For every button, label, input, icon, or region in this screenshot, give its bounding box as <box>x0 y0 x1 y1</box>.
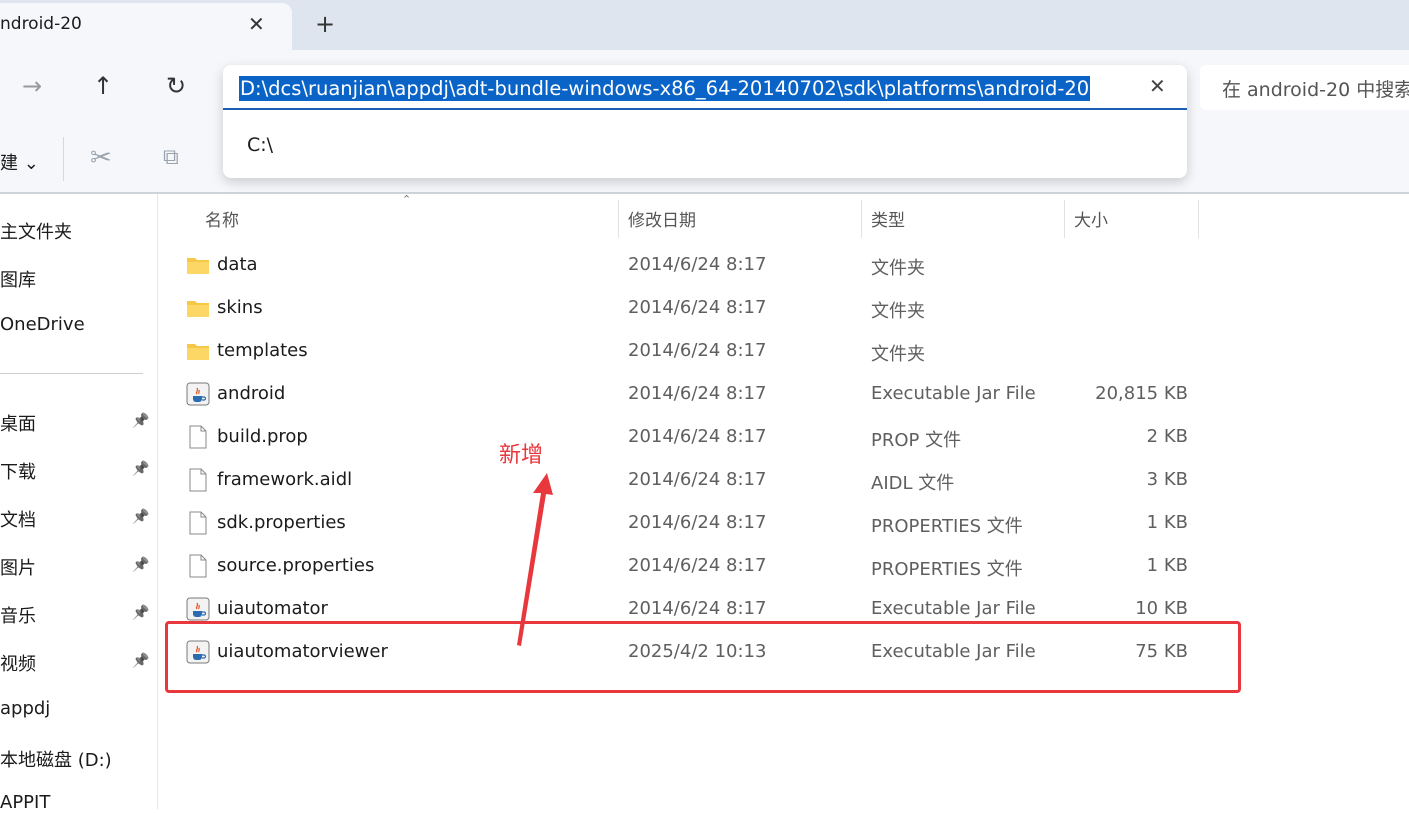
file-name[interactable]: build.prop <box>217 426 308 447</box>
file-size: 1 KB <box>1146 512 1188 533</box>
file-modified-date: 2014/6/24 8:17 <box>628 469 767 490</box>
tab-title: ndroid-20 <box>0 14 82 34</box>
file-name[interactable]: android <box>217 383 285 404</box>
file-modified-date: 2014/6/24 8:17 <box>628 426 767 447</box>
pin-icon[interactable]: 📌 <box>132 653 149 669</box>
sidebar-item[interactable]: 桌面 <box>0 410 36 436</box>
pin-icon[interactable]: 📌 <box>132 557 149 573</box>
sidebar-item[interactable]: 下载 <box>0 458 36 484</box>
close-icon[interactable]: ✕ <box>1149 74 1166 98</box>
file-modified-date: 2014/6/24 8:17 <box>628 555 767 576</box>
sidebar-item[interactable]: OneDrive <box>0 314 85 335</box>
column-header-size[interactable]: 大小 <box>1074 206 1108 231</box>
sidebar-item[interactable]: 音乐 <box>0 602 36 628</box>
folder-icon <box>186 296 210 320</box>
pin-icon[interactable]: 📌 <box>132 461 149 477</box>
file-type: PROP 文件 <box>871 430 962 451</box>
file-name[interactable]: source.properties <box>217 555 374 576</box>
pin-icon[interactable]: 📌 <box>132 413 149 429</box>
file-modified-date: 2014/6/24 8:17 <box>628 340 767 361</box>
file-icon <box>186 425 210 449</box>
column-header-name[interactable]: 名称 <box>205 206 239 231</box>
file-type: Executable Jar File <box>871 383 1036 404</box>
file-name[interactable]: templates <box>217 340 308 361</box>
folder-icon <box>186 253 210 277</box>
file-modified-date: 2014/6/24 8:17 <box>628 297 767 318</box>
file-type: 文件夹 <box>871 258 925 279</box>
address-underline <box>223 108 1187 110</box>
sidebar-item[interactable]: 图库 <box>0 266 36 292</box>
sidebar-item[interactable]: APPIT <box>0 792 50 813</box>
annotation-arrow <box>517 473 553 646</box>
file-name[interactable]: data <box>217 254 258 275</box>
column-separator[interactable] <box>1064 200 1065 238</box>
address-suggestion-item[interactable]: C:\ <box>247 134 273 156</box>
chevron-up-icon: ⌃ <box>402 193 412 206</box>
sidebar-item[interactable]: 主文件夹 <box>0 218 72 244</box>
sidebar-item[interactable]: 本地磁盘 (D:) <box>0 746 112 772</box>
new-button[interactable]: 建 ⌄ <box>0 149 39 175</box>
file-size: 20,815 KB <box>1095 383 1188 404</box>
java-jar-icon <box>186 382 210 406</box>
file-name[interactable]: sdk.properties <box>217 512 346 533</box>
file-modified-date: 2014/6/24 8:17 <box>628 598 767 619</box>
file-name[interactable]: framework.aidl <box>217 469 352 490</box>
copy-icon[interactable]: ⧉ <box>163 145 179 170</box>
sidebar-item[interactable]: 视频 <box>0 650 36 676</box>
address-path-input[interactable]: D:\dcs\ruanjian\appdj\adt-bundle-windows… <box>239 76 1091 101</box>
file-icon <box>186 554 210 578</box>
file-modified-date: 2014/6/24 8:17 <box>628 254 767 275</box>
pin-icon[interactable]: 📌 <box>132 605 149 621</box>
file-modified-date: 2014/6/24 8:17 <box>628 383 767 404</box>
sidebar-item[interactable]: 文档 <box>0 506 36 532</box>
file-type: 文件夹 <box>871 301 925 322</box>
column-separator[interactable] <box>618 200 619 238</box>
file-name[interactable]: uiautomator <box>217 598 328 619</box>
file-type: PROPERTIES 文件 <box>871 516 1023 537</box>
column-separator[interactable] <box>1198 200 1199 238</box>
file-type: PROPERTIES 文件 <box>871 559 1023 580</box>
highlight-box <box>165 621 1241 693</box>
toolbar-separator <box>63 137 64 181</box>
file-type: 文件夹 <box>871 344 925 365</box>
pin-icon[interactable]: 📌 <box>132 509 149 525</box>
file-name[interactable]: skins <box>217 297 263 318</box>
plus-icon[interactable]: + <box>315 10 335 38</box>
column-header-type[interactable]: 类型 <box>871 206 905 231</box>
file-type: AIDL 文件 <box>871 473 955 494</box>
sidebar-item[interactable]: appdj <box>0 698 50 719</box>
search-input[interactable]: 在 android-20 中搜索 <box>1222 75 1409 102</box>
file-size: 1 KB <box>1146 555 1188 576</box>
sidebar-divider <box>0 373 143 374</box>
refresh-icon[interactable]: ↻ <box>166 72 186 100</box>
close-icon[interactable]: ✕ <box>248 12 265 36</box>
file-modified-date: 2014/6/24 8:17 <box>628 512 767 533</box>
scissors-icon[interactable]: ✂ <box>90 143 112 173</box>
file-size: 2 KB <box>1146 426 1188 447</box>
arrow-up-icon[interactable]: ↑ <box>93 72 113 100</box>
file-size: 3 KB <box>1146 469 1188 490</box>
column-separator[interactable] <box>861 200 862 238</box>
file-icon <box>186 511 210 535</box>
column-header-modified[interactable]: 修改日期 <box>628 206 696 231</box>
sidebar-item[interactable]: 图片 <box>0 554 36 580</box>
toolbar-divider <box>0 192 1409 194</box>
file-size: 10 KB <box>1135 598 1188 619</box>
arrow-right-icon[interactable]: → <box>22 72 42 100</box>
folder-icon <box>186 339 210 363</box>
file-icon <box>186 468 210 492</box>
java-jar-icon <box>186 597 210 621</box>
file-type: Executable Jar File <box>871 598 1036 619</box>
